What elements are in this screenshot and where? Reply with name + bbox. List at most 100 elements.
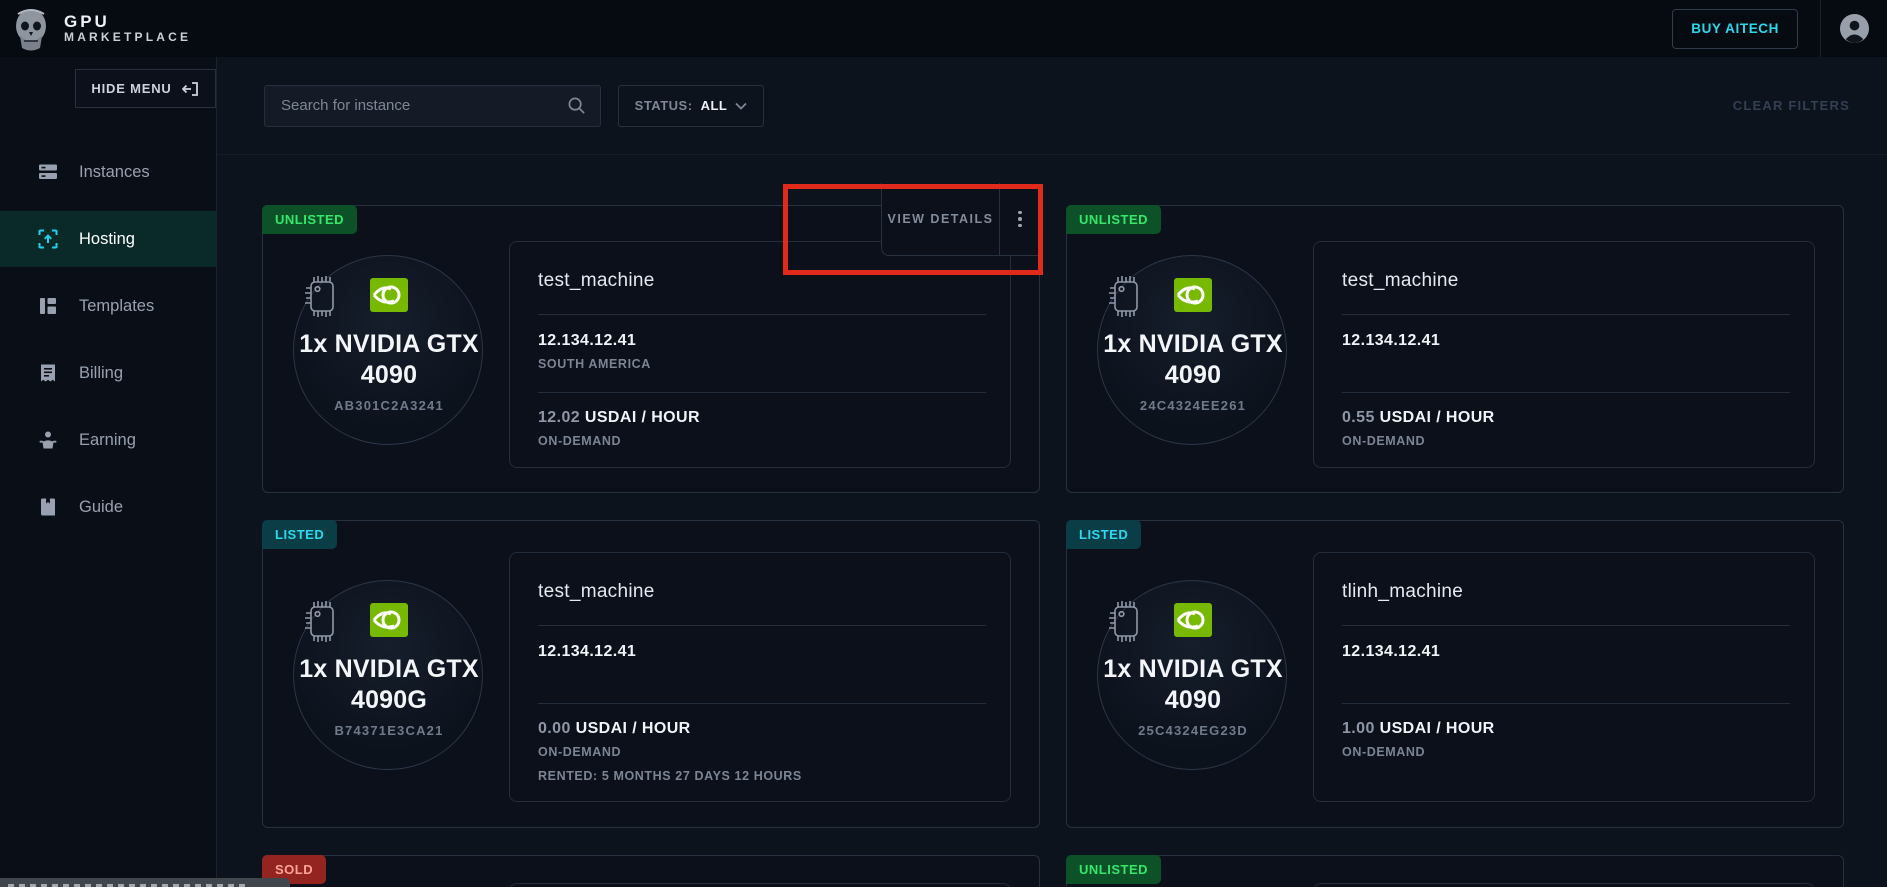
earning-person-icon (38, 430, 58, 450)
sidebar-item-label: Instances (79, 163, 150, 182)
nvidia-logo-icon (368, 274, 410, 316)
sidebar-item-instances[interactable]: Instances (0, 144, 216, 200)
machine-price: 1.00 USDAI / HOUR (1342, 720, 1790, 738)
machine-ip: 12.134.12.41 (1342, 643, 1790, 661)
avatar-zone (1821, 13, 1887, 44)
machine-price: 0.55 USDAI / HOUR (1342, 409, 1790, 427)
gpu-card-2: UNLISTED (1066, 205, 1844, 493)
machine-id: AB301C2A3241 (274, 398, 504, 413)
status-badge: UNLISTED (1066, 205, 1161, 234)
nvidia-logo-icon (1172, 274, 1214, 316)
machine-price: 12.02 USDAI / HOUR (538, 409, 986, 427)
chevron-down-icon (735, 102, 747, 110)
divider (1342, 625, 1790, 626)
divider (538, 314, 986, 315)
status-tooltip (0, 878, 290, 887)
gpu-card-4: LISTED (1066, 520, 1844, 828)
sidebar-item-label: Hosting (79, 230, 135, 249)
machine-details-panel: test_machine 12.134.12.41 SOUTH AMERICA … (509, 241, 1011, 468)
logo-line2: MARKETPLACE (64, 31, 191, 45)
machine-card-grid: UNLISTED (217, 155, 1887, 887)
sidebar-item-hosting[interactable]: Hosting (0, 211, 216, 267)
billing-type: ON-DEMAND (538, 745, 986, 759)
chip-icon (1100, 270, 1152, 322)
machine-name: tlinh_machine (1342, 581, 1790, 603)
divider (1342, 392, 1790, 393)
hosting-scan-icon (38, 229, 58, 249)
sidebar-item-label: Earning (79, 431, 136, 450)
status-filter-dropdown[interactable]: STATUS: ALL (618, 85, 764, 127)
machine-name: test_machine (1342, 270, 1790, 292)
machine-ip: 12.134.12.41 (538, 332, 986, 350)
sidebar-item-billing[interactable]: Billing (0, 345, 216, 401)
gpu-title: 1x NVIDIA GTX4090 (274, 329, 504, 391)
status-badge: LISTED (262, 520, 337, 549)
sidebar-item-label: Guide (79, 498, 123, 517)
user-avatar-icon[interactable] (1839, 13, 1870, 44)
divider (1342, 314, 1790, 315)
divider (538, 392, 986, 393)
servers-icon (38, 162, 58, 182)
card-actions: VIEW DETAILS (881, 183, 1040, 256)
filters-toolbar: STATUS: ALL CLEAR FILTERS (217, 57, 1887, 155)
machine-name: test_machine (538, 270, 986, 292)
search-input[interactable] (281, 97, 567, 114)
sidebar-item-label: Templates (79, 297, 154, 316)
hide-menu-exit-icon (182, 81, 200, 97)
gpu-summary-circle: 1x NVIDIA GTX4090G B74371E3CA21 (293, 580, 483, 770)
gpu-title: 1x NVIDIA GTX4090 (1078, 654, 1308, 716)
nvidia-logo-icon (368, 599, 410, 641)
gpu-summary-circle: 1x NVIDIA GTX4090 AB301C2A3241 (293, 255, 483, 445)
machine-price: 0.00 USDAI / HOUR (538, 720, 986, 738)
kebab-menu-button[interactable] (1000, 183, 1040, 255)
main-content: STATUS: ALL CLEAR FILTERS UNLISTED (217, 57, 1887, 887)
sidebar-item-earning[interactable]: Earning (0, 412, 216, 468)
sidebar-nav: Instances Hosting (0, 144, 216, 546)
clear-filters-button[interactable]: CLEAR FILTERS (1733, 98, 1850, 113)
status-filter-value: ALL (701, 98, 728, 113)
buy-aitech-button[interactable]: BUY AITECH (1672, 9, 1798, 49)
status-filter-label: STATUS: (635, 98, 693, 113)
machine-name: test_machine (538, 581, 986, 603)
billing-type: ON-DEMAND (538, 434, 986, 448)
hide-menu-button[interactable]: HIDE MENU (75, 69, 216, 108)
status-badge: UNLISTED (1066, 855, 1161, 884)
machine-id: 24C4324EE261 (1078, 398, 1308, 413)
gpu-marketplace-app: GPU MARKETPLACE BUY AITECH HIDE MENU (0, 0, 1887, 887)
logo-skull-image (10, 6, 52, 52)
status-badge: UNLISTED (262, 205, 357, 234)
logo-line1: GPU (64, 12, 191, 32)
billing-type: ON-DEMAND (1342, 745, 1790, 759)
chip-icon (296, 595, 348, 647)
gpu-card-1: UNLISTED (262, 205, 1040, 493)
guide-book-icon (38, 497, 58, 517)
logo-text: GPU MARKETPLACE (64, 12, 191, 45)
rented-duration: RENTED: 5 MONTHS 27 DAYS 12 HOURS (538, 769, 986, 783)
gpu-title: 1x NVIDIA GTX4090G (274, 654, 504, 716)
divider (1342, 703, 1790, 704)
gpu-card-5-partial: SOLD (262, 855, 1040, 887)
machine-ip: 12.134.12.41 (1342, 332, 1790, 350)
machine-details-panel: tlinh_machine 12.134.12.41 1.00 USDAI / … (1313, 552, 1815, 802)
app-header: GPU MARKETPLACE BUY AITECH (0, 0, 1887, 57)
view-details-button[interactable]: VIEW DETAILS (882, 183, 1000, 255)
status-badge: LISTED (1066, 520, 1141, 549)
divider (538, 625, 986, 626)
machine-id: B74371E3CA21 (274, 723, 504, 738)
header-actions: BUY AITECH (1672, 0, 1887, 57)
divider (538, 703, 986, 704)
gpu-card-6-partial: UNLISTED (1066, 855, 1844, 887)
machine-details-panel (1313, 883, 1815, 887)
gpu-title: 1x NVIDIA GTX4090 (1078, 329, 1308, 391)
chip-icon (296, 270, 348, 322)
nvidia-logo-icon (1172, 599, 1214, 641)
billing-type: ON-DEMAND (1342, 434, 1790, 448)
hide-menu-label: HIDE MENU (91, 81, 171, 96)
machine-details-panel: test_machine 12.134.12.41 0.00 USDAI / H… (509, 552, 1011, 802)
templates-icon (38, 296, 58, 316)
logo: GPU MARKETPLACE (10, 6, 191, 52)
machine-region: SOUTH AMERICA (538, 357, 986, 371)
chip-icon (1100, 595, 1152, 647)
sidebar-item-guide[interactable]: Guide (0, 479, 216, 535)
sidebar-item-templates[interactable]: Templates (0, 278, 216, 334)
